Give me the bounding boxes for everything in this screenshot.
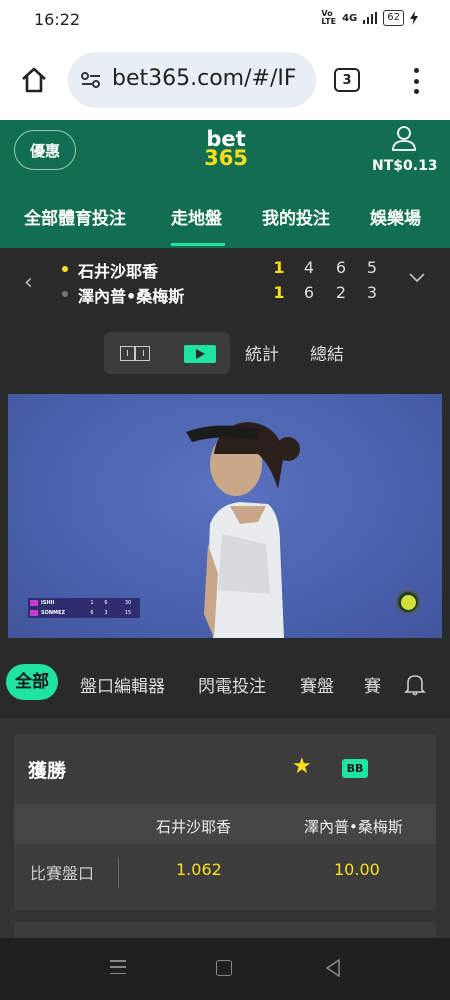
- market-title[interactable]: 獲勝: [28, 756, 66, 783]
- home-icon: [22, 67, 46, 93]
- broadcast-scoreboard: ISHII 1 6 30 SONMEZ 6 3 15: [28, 598, 140, 618]
- account-button[interactable]: NT$0.13: [372, 124, 438, 174]
- tab-all[interactable]: 全部: [6, 664, 58, 700]
- status-time: 16:22: [34, 10, 81, 29]
- serving-indicator: [62, 266, 68, 272]
- active-nav-indicator: [171, 243, 225, 246]
- column-player-1: 石井沙耶香: [156, 818, 232, 836]
- recent-apps-icon[interactable]: [110, 960, 126, 974]
- divider: [118, 858, 119, 888]
- tab-switcher-button[interactable]: 3: [334, 68, 360, 92]
- live-video-stream[interactable]: ISHII 1 6 30 SONMEZ 6 3 15: [8, 394, 442, 638]
- status-icons: Vo LTE 4G 62: [321, 10, 418, 26]
- player-name: 石井沙耶香: [78, 262, 159, 281]
- home-nav-icon[interactable]: [216, 960, 232, 976]
- bet-builder-badge[interactable]: BB: [342, 759, 368, 778]
- flag-icon: [30, 600, 38, 606]
- browser-menu-button[interactable]: [406, 68, 426, 94]
- tab-match-markets[interactable]: 賽盤: [300, 672, 334, 697]
- chevron-left-icon[interactable]: ‹: [24, 270, 33, 295]
- volte-icon: Vo LTE: [321, 9, 337, 26]
- player-score-set-2: 2: [335, 283, 347, 302]
- stats-link[interactable]: 統計: [245, 340, 279, 365]
- summary-link[interactable]: 總結: [310, 340, 344, 365]
- odds-player-1[interactable]: 1.062: [176, 860, 222, 879]
- tab-bet-builder[interactable]: 盤口編輯器: [80, 672, 165, 697]
- bell-icon[interactable]: [404, 672, 426, 696]
- broadcast-row-1: ISHII 1 6 30: [28, 598, 140, 608]
- system-navigation-bar: [0, 938, 450, 1000]
- odds-player-2[interactable]: 10.00: [334, 860, 380, 879]
- tab-fast-bet[interactable]: 閃電投注: [198, 672, 266, 697]
- odds-row-label: 比賽盤口: [30, 864, 95, 883]
- nav-casino[interactable]: 娛樂場: [370, 204, 421, 229]
- market-card-winner: 獲勝 ★ BB 石井沙耶香 澤內普•桑梅斯 比賽盤口 1.062 10.00: [14, 734, 436, 910]
- video-stream-icon[interactable]: [184, 345, 216, 363]
- back-icon[interactable]: [324, 958, 342, 978]
- address-bar[interactable]: bet365.com/#/IF: [68, 52, 316, 108]
- player-row-2: 澤內普•桑梅斯 1 6 2 3: [62, 283, 392, 307]
- player-name: 澤內普•桑梅斯: [78, 287, 185, 306]
- column-player-2: 澤內普•桑梅斯: [304, 818, 403, 836]
- media-panel: 統計 總結 ISHII 1 6 30 SONMEZ 6 3 15: [0, 318, 450, 650]
- bet365-logo[interactable]: bet 365: [200, 129, 252, 169]
- player-score-set-3: 5: [366, 258, 378, 277]
- markets-content: 獲勝 ★ BB 石井沙耶香 澤內普•桑梅斯 比賽盤口 1.062 10.00: [0, 718, 450, 962]
- market-tabs: 全部 盤口編輯器 閃電投注 賽盤 賽: [0, 650, 450, 718]
- account-balance: NT$0.13: [372, 158, 438, 174]
- url-text[interactable]: bet365.com/#/IF: [112, 66, 308, 91]
- star-icon[interactable]: ★: [292, 756, 312, 778]
- network-label: 4G: [342, 12, 358, 24]
- main-nav: 全部體育投注 走地盤 我的投注 娛樂場: [0, 198, 450, 248]
- player-score-sets: 1: [273, 258, 285, 277]
- user-icon: [392, 126, 416, 151]
- scoreboard: ‹ 石井沙耶香 1 4 6 5 澤內普•桑梅斯 1 6 2 3: [0, 248, 450, 318]
- browser-toolbar: bet365.com/#/IF 3: [0, 38, 450, 120]
- broadcast-row-2: SONMEZ 6 3 15: [28, 608, 140, 618]
- tennis-ball-icon[interactable]: [396, 590, 420, 614]
- chevron-down-icon[interactable]: [408, 268, 426, 286]
- nav-in-play[interactable]: 走地盤: [171, 204, 222, 229]
- charging-icon: [410, 11, 418, 25]
- view-toggle: [104, 332, 230, 374]
- site-settings-icon[interactable]: [80, 70, 102, 90]
- player-score-set-3: 3: [366, 283, 378, 302]
- player-indicator: [62, 291, 68, 297]
- player-row-1: 石井沙耶香 1 4 6 5: [62, 258, 392, 282]
- player-score-set-2: 6: [335, 258, 347, 277]
- nav-all-sports[interactable]: 全部體育投注: [24, 204, 126, 229]
- battery-icon: 62: [383, 10, 404, 26]
- nav-my-bets[interactable]: 我的投注: [262, 204, 330, 229]
- flag-icon: [30, 610, 38, 616]
- player-score-sets: 1: [273, 283, 285, 302]
- market-column-header: 石井沙耶香 澤內普•桑梅斯: [14, 804, 436, 844]
- odds-row: 比賽盤口 1.062 10.00: [14, 844, 436, 896]
- player-score-set-1: 4: [303, 258, 315, 277]
- site-header: 優惠 bet 365 NT$0.13 全部體育投注 走地盤 我的投注 娛樂場: [0, 120, 450, 248]
- court-view-icon[interactable]: [120, 346, 150, 361]
- status-bar: 16:22 Vo LTE 4G 62: [0, 0, 450, 38]
- player-score-set-1: 6: [303, 283, 315, 302]
- promotions-button[interactable]: 優惠: [14, 130, 76, 170]
- signal-icon: [363, 12, 378, 24]
- home-button[interactable]: [16, 62, 52, 98]
- tab-more[interactable]: 賽: [364, 672, 381, 697]
